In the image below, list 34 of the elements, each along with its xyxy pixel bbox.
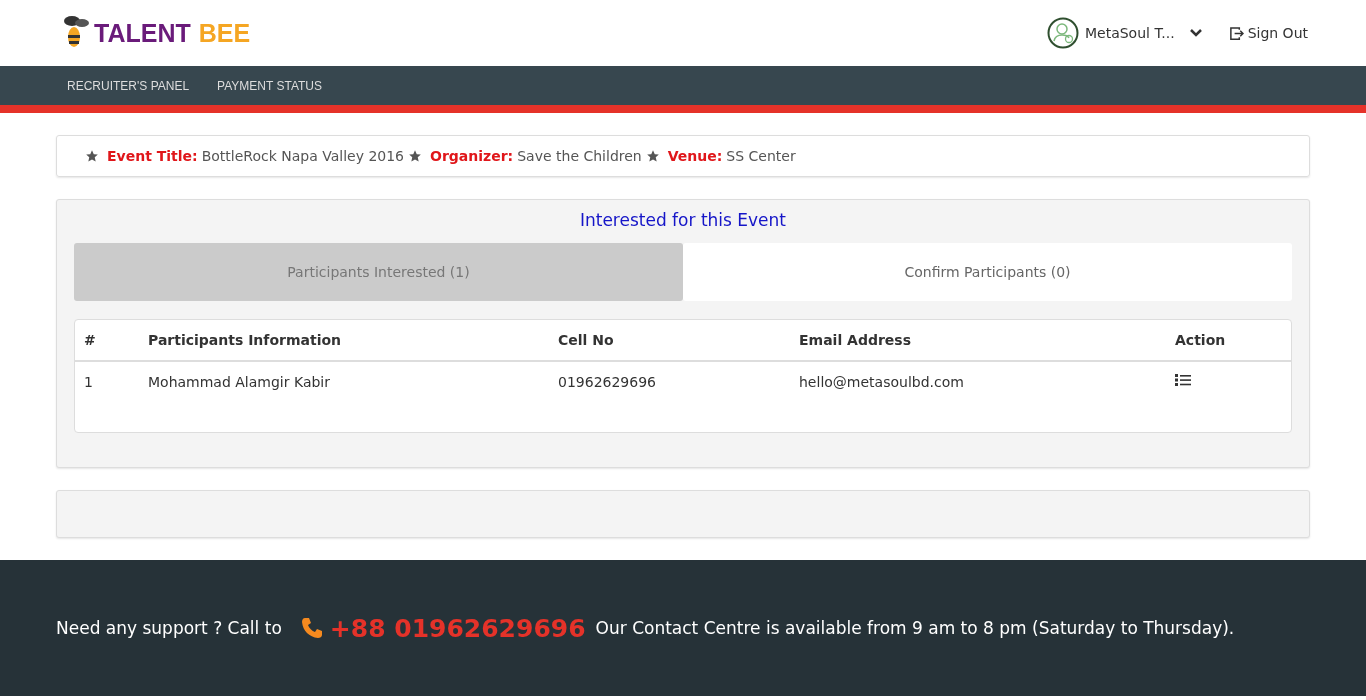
- tab[interactable]: Confirm Participants (0): [683, 243, 1292, 301]
- event-value: Save the Children: [517, 148, 642, 164]
- sign-out-button[interactable]: Sign Out: [1228, 25, 1308, 41]
- logo-text: BEE: [198, 18, 251, 48]
- table-cell-text: Mohammad Alamgir Kabir: [148, 374, 331, 390]
- event-label: Venue:: [667, 148, 723, 164]
- nav-link[interactable]: PAYMENT STATUS: [217, 78, 322, 93]
- phone-number: +88 01962629696: [329, 613, 586, 643]
- star-icon: [645, 149, 660, 163]
- support-text: Need any support ? Call to: [56, 618, 282, 638]
- column-header: #: [84, 332, 97, 348]
- phone-icon: [299, 616, 324, 640]
- panel-title: Interested for this Event: [578, 210, 788, 230]
- support-text: Our Contact Centre is available from 9 am to 8 pm (Saturday to Thursday).: [595, 618, 1235, 638]
- star-icon: [85, 149, 99, 163]
- event-value: SS Center: [726, 148, 796, 164]
- star-icon: [408, 149, 423, 163]
- avatar-icon: [1046, 17, 1079, 49]
- event-label: Organizer:: [430, 148, 514, 164]
- event-label: Event Title:: [107, 148, 198, 164]
- column-header: Action: [1175, 332, 1227, 348]
- column-header: Participants Information: [148, 332, 343, 348]
- table-cell-text: 1: [84, 374, 94, 390]
- column-header: Email Address: [799, 332, 912, 348]
- table-cell-text: hello@metasoulbd.com: [799, 374, 965, 390]
- chevron-down-icon: [1188, 28, 1203, 38]
- logo-text: TALENT: [94, 18, 191, 48]
- table-cell-text: 01962629696: [558, 374, 657, 390]
- sign-out-icon: [1228, 25, 1244, 41]
- column-header: Cell No: [558, 332, 615, 348]
- nav-link[interactable]: RECRUITER'S PANEL: [67, 78, 190, 93]
- event-value: BottleRock Napa Valley 2016: [201, 148, 405, 164]
- user-menu[interactable]: MetaSoul T...: [1046, 17, 1203, 49]
- list-icon[interactable]: [1175, 373, 1191, 387]
